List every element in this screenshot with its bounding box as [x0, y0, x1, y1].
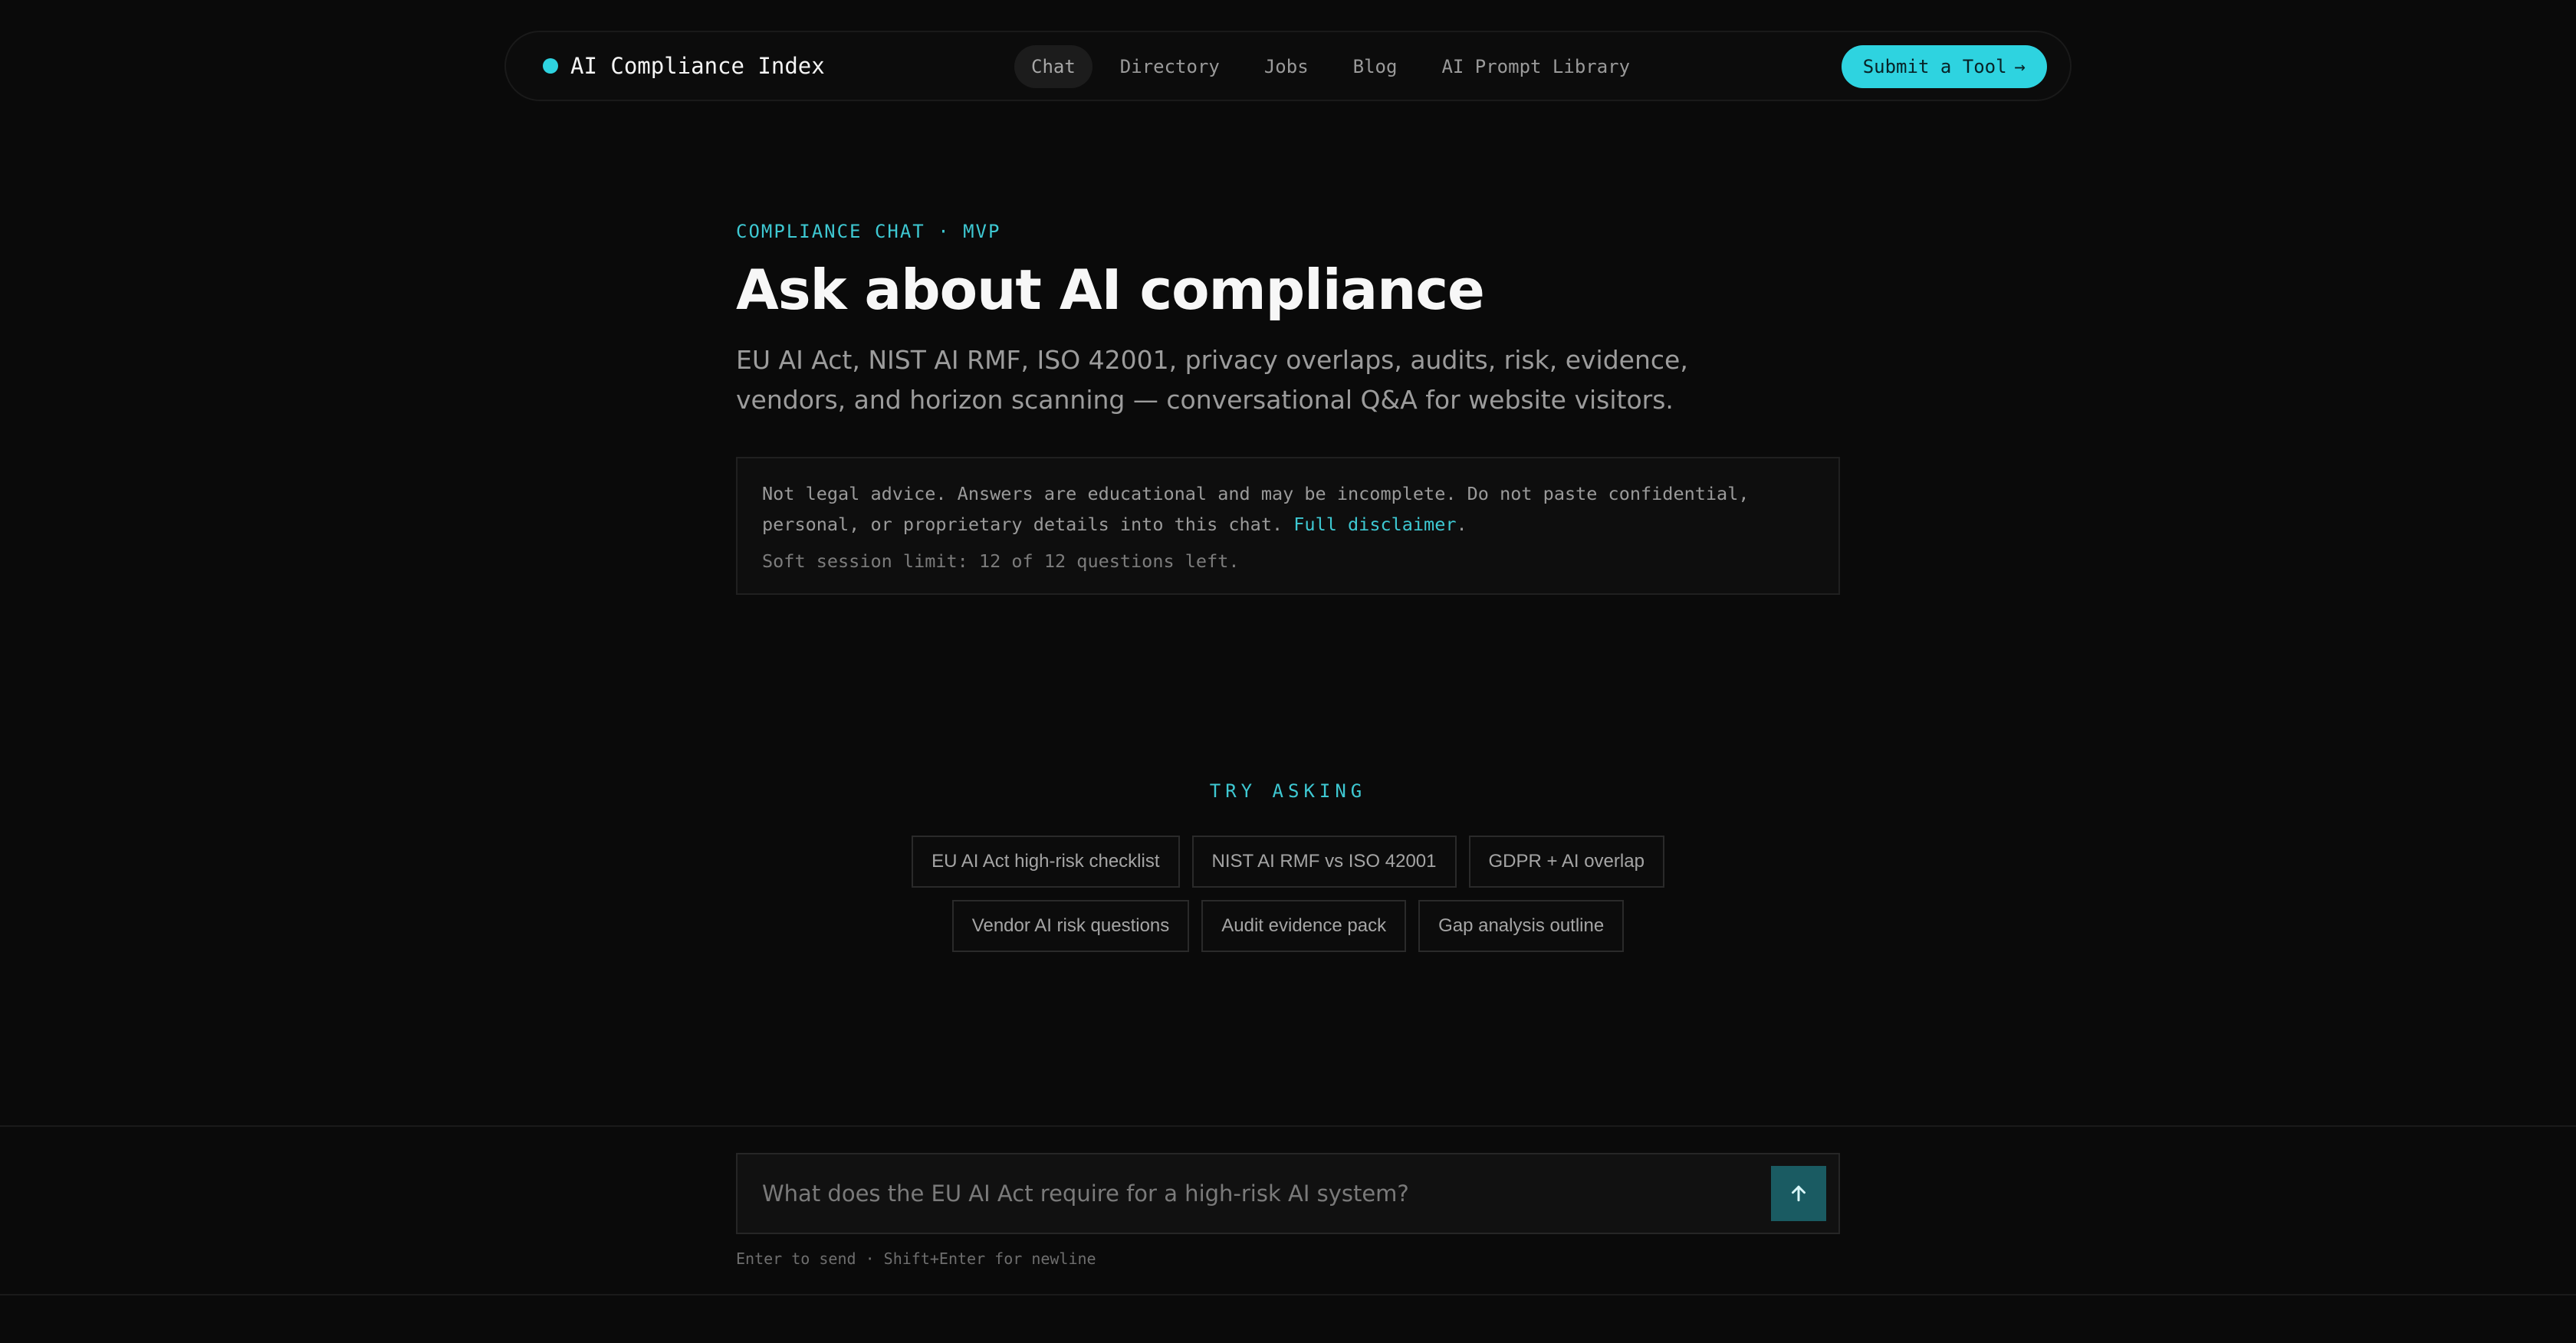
suggestion-chip[interactable]: NIST AI RMF vs ISO 42001	[1191, 836, 1457, 888]
submit-tool-button[interactable]: Submit a Tool →	[1841, 45, 2047, 88]
full-disclaimer-link[interactable]: Full disclaimer	[1293, 514, 1456, 535]
brand-name: AI Compliance Index	[570, 53, 825, 79]
disclaimer-text-block: Not legal advice. Answers are educationa…	[762, 478, 1814, 540]
composer-area: Enter to send · Shift+Enter for newline	[0, 1125, 2576, 1295]
try-asking-heading: TRY ASKING	[1209, 780, 1367, 802]
suggestion-chip[interactable]: Gap analysis outline	[1418, 900, 1625, 952]
submit-tool-label: Submit a Tool	[1862, 56, 2007, 77]
composer	[736, 1153, 1840, 1234]
hero: COMPLIANCE CHAT · MVP Ask about AI compl…	[736, 221, 1840, 595]
suggestion-chip[interactable]: Audit evidence pack	[1201, 900, 1407, 952]
arrow-right-icon: →	[2014, 56, 2026, 77]
nav-link-jobs[interactable]: Jobs	[1247, 45, 1326, 88]
chat-input[interactable]	[762, 1180, 1771, 1207]
composer-hint: Enter to send · Shift+Enter for newline	[736, 1249, 1096, 1268]
page-subtitle: EU AI Act, NIST AI RMF, ISO 42001, priva…	[736, 345, 1688, 415]
send-button[interactable]	[1771, 1166, 1826, 1221]
suggestion-chip[interactable]: GDPR + AI overlap	[1468, 836, 1664, 888]
suggestion-row-1: EU AI Act high-risk checklist NIST AI RM…	[0, 836, 2576, 888]
brand[interactable]: AI Compliance Index	[543, 53, 825, 79]
disclaimer-suffix: .	[1456, 514, 1467, 535]
page-title: Ask about AI compliance	[736, 258, 1485, 322]
disclaimer-text: Not legal advice. Answers are educationa…	[762, 483, 1750, 535]
nav-link-chat[interactable]: Chat	[1014, 45, 1092, 88]
suggestion-chip[interactable]: Vendor AI risk questions	[951, 900, 1190, 952]
nav-link-ai-prompt-library[interactable]: AI Prompt Library	[1424, 45, 1647, 88]
nav-link-blog[interactable]: Blog	[1336, 45, 1414, 88]
nav-link-directory[interactable]: Directory	[1103, 45, 1237, 88]
suggestion-row-2: Vendor AI risk questions Audit evidence …	[0, 900, 2576, 952]
arrow-up-icon	[1792, 1185, 1806, 1202]
nav-links: Chat Directory Jobs Blog AI Prompt Libra…	[1014, 44, 1647, 89]
disclaimer-notice: Not legal advice. Answers are educationa…	[736, 457, 1840, 595]
eyebrow: COMPLIANCE CHAT · MVP	[736, 221, 1001, 242]
suggestion-chip[interactable]: EU AI Act high-risk checklist	[912, 836, 1180, 888]
session-limit: Soft session limit: 12 of 12 questions l…	[762, 550, 1240, 572]
top-nav: AI Compliance Index Chat Directory Jobs …	[504, 31, 2072, 101]
brand-dot-icon	[543, 58, 558, 74]
